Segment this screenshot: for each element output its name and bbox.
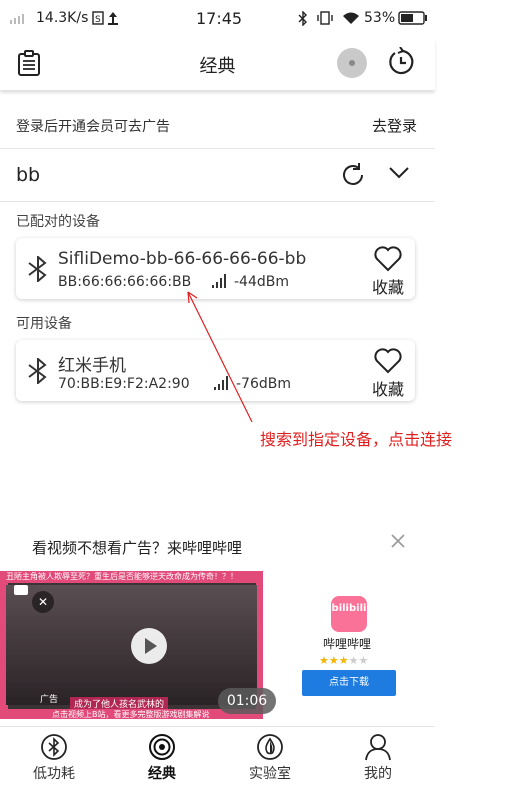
annotation-arrow <box>187 291 253 423</box>
annotation-text: 搜索到指定设备，点击连接 <box>260 430 453 449</box>
